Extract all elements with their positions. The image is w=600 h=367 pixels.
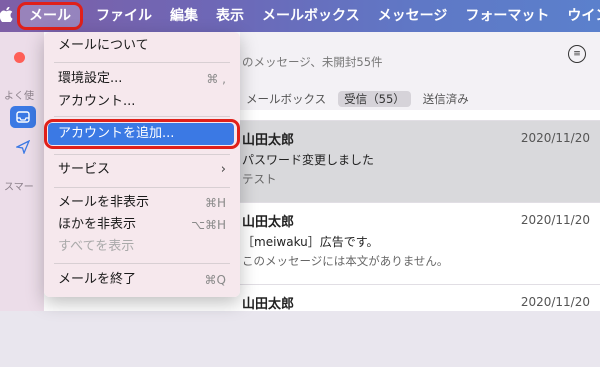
menu-edit[interactable]: 編集: [161, 0, 207, 32]
mailbox-tabs: メールボックス 受信（55） 送信済み: [240, 90, 481, 108]
menu-separator: [54, 154, 230, 155]
menu-item-quit[interactable]: メールを終了 ⌘Q: [44, 270, 240, 290]
menu-separator: [54, 62, 230, 63]
menu-item-show-all: すべてを表示: [44, 237, 240, 257]
menu-view[interactable]: 表示: [207, 0, 253, 32]
menu-item-label: メールを非表示: [58, 195, 150, 210]
list-item[interactable]: 山田太郎 2020/11/20 ［meiwaku］広告です。 このメッセージには…: [240, 202, 600, 285]
chevron-right-icon: ›: [220, 162, 226, 177]
menu-mailbox[interactable]: メールボックス: [253, 0, 369, 32]
menu-item-shortcut: ⌥⌘H: [191, 218, 226, 232]
mailbox-subtitle: のメッセージ、未開封55件: [242, 55, 383, 69]
tab-mailboxes[interactable]: メールボックス: [240, 91, 332, 107]
menu-item-shortcut: ⌘ ,: [206, 72, 226, 86]
menu-item-label: 環境設定...: [58, 71, 123, 86]
menu-format[interactable]: フォーマット: [456, 0, 558, 32]
list-item[interactable]: 山田太郎 2020/11/20: [240, 284, 600, 367]
menu-item-accounts[interactable]: アカウント...: [44, 92, 240, 112]
menu-item-label: すべてを表示: [58, 239, 135, 254]
message-subject: ［meiwaku］広告です。: [242, 235, 379, 249]
message-list-header: のメッセージ、未開封55件 ≡ メールボックス 受信（55） 送信済み: [240, 32, 600, 110]
menu-mail[interactable]: メール: [17, 2, 83, 30]
message-date: 2020/11/20: [520, 131, 590, 145]
menu-item-label: ほかを非表示: [58, 217, 137, 232]
menu-item-hide-others[interactable]: ほかを非表示 ⌥⌘H: [44, 215, 240, 235]
tab-sent[interactable]: 送信済み: [417, 91, 475, 107]
filter-icon[interactable]: ≡: [568, 45, 586, 63]
menu-item-label: サービス: [58, 162, 111, 177]
message-preview: このメッセージには本文がありません。: [242, 254, 449, 268]
menu-item-label: アカウント...: [58, 94, 136, 109]
message-preview: テスト: [242, 172, 277, 186]
list-item[interactable]: 山田太郎 2020/11/20 パスワード変更しました テスト: [240, 120, 600, 203]
message-subject: パスワード変更しました: [242, 153, 375, 167]
message-sender: 山田太郎: [242, 297, 295, 312]
highlight-outline: [44, 119, 240, 149]
message-date: 2020/11/20: [520, 213, 590, 227]
menu-window[interactable]: ウイン: [558, 0, 600, 32]
mail-menu-dropdown: メールについて 環境設定... ⌘ , アカウント... アカウントを追加...…: [44, 32, 240, 297]
close-window-button[interactable]: [14, 52, 25, 63]
message-sender: 山田太郎: [242, 133, 295, 148]
menu-separator: [54, 116, 230, 117]
menu-item-about[interactable]: メールについて: [44, 36, 240, 56]
sidebar-smart-label: スマー: [4, 182, 34, 193]
menu-file[interactable]: ファイル: [87, 0, 161, 32]
message-date: 2020/11/20: [520, 295, 590, 309]
inbox-icon[interactable]: [10, 106, 36, 128]
sidebar-favorites-label: よく使: [4, 91, 34, 102]
menu-item-label: メールについて: [58, 38, 149, 53]
send-icon[interactable]: [10, 136, 36, 158]
menu-separator: [54, 187, 230, 188]
menu-item-preferences[interactable]: 環境設定... ⌘ ,: [44, 69, 240, 89]
menu-item-services[interactable]: サービス ›: [44, 160, 240, 180]
message-sender: 山田太郎: [242, 215, 295, 230]
tab-inbox[interactable]: 受信（55）: [338, 91, 411, 107]
menu-item-shortcut: ⌘Q: [204, 273, 226, 287]
menu-message[interactable]: メッセージ: [369, 0, 457, 32]
apple-icon[interactable]: [0, 6, 13, 26]
menu-item-shortcut: ⌘H: [204, 196, 226, 210]
menu-item-label: メールを終了: [58, 272, 137, 287]
menu-separator: [54, 263, 230, 264]
menu-bar: メール ファイル 編集 表示 メールボックス メッセージ フォーマット ウイン: [0, 0, 600, 32]
menu-item-hide-mail[interactable]: メールを非表示 ⌘H: [44, 193, 240, 213]
sidebar: よく使 スマー: [0, 32, 44, 311]
